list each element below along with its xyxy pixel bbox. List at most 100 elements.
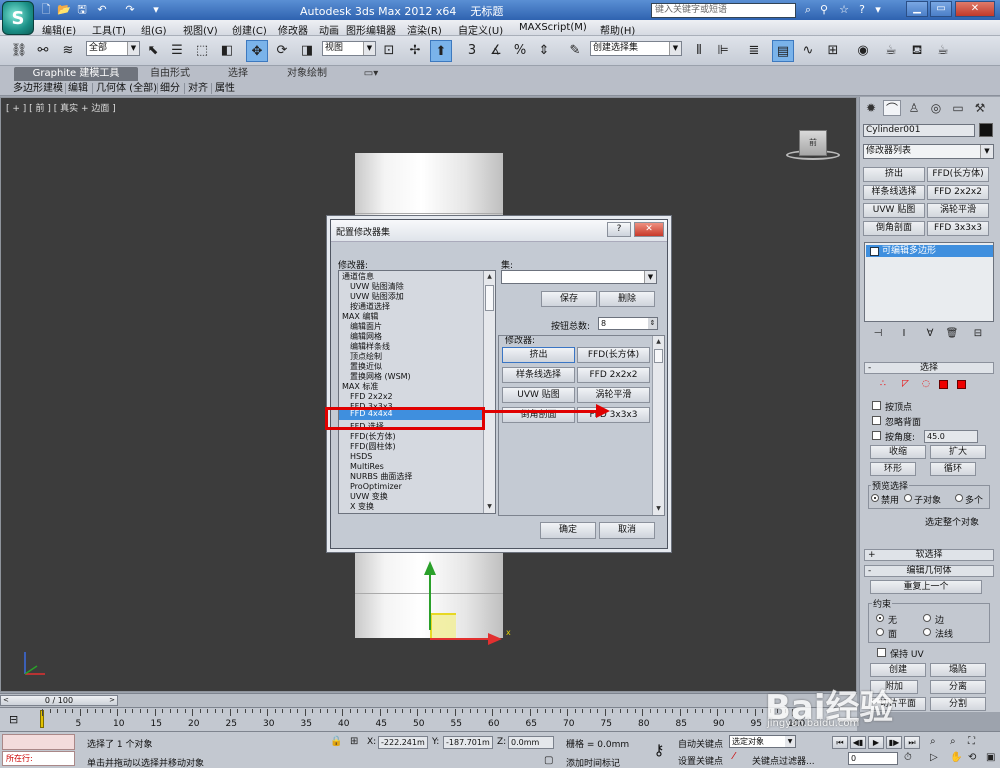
render-production-icon[interactable]: ☕ — [932, 40, 954, 62]
shrink-button[interactable]: 收缩 — [870, 445, 926, 459]
menu-group[interactable]: 组(G) — [141, 22, 167, 37]
go-to-start-button[interactable]: ⏮ — [832, 736, 848, 749]
go-to-end-button[interactable]: ⏭ — [904, 736, 920, 749]
element-icon[interactable] — [957, 380, 966, 389]
reference-coord-dropdown[interactable]: 视图 — [322, 41, 376, 56]
selection-rollout-header[interactable]: - 选择 — [864, 362, 994, 374]
constraint-normal-radio[interactable] — [923, 628, 931, 636]
scroll-down-icon[interactable]: ▼ — [653, 503, 664, 514]
time-slider[interactable]: < 0 / 100 > — [0, 693, 857, 707]
vertex-icon[interactable]: ∴ — [880, 379, 886, 389]
repeat-last-button[interactable]: 重复上一个 — [870, 580, 982, 594]
named-selection-dropdown[interactable]: 创建选择集 — [590, 41, 682, 56]
list-item[interactable]: UVW 贴图清除 — [350, 282, 404, 292]
list-item[interactable]: ProOptimizer — [350, 482, 402, 492]
rendered-frame-icon[interactable]: ⛾ — [906, 40, 928, 62]
save-file-icon[interactable]: 🖫 — [74, 2, 90, 17]
show-end-result-icon[interactable]: Ⅰ — [896, 327, 912, 341]
list-item[interactable]: 顶点绘制 — [350, 352, 382, 362]
modifiers-list[interactable]: 通道信息 UVW 贴图清除 UVW 贴图添加 按通道选择 MAX 编辑 编辑面片… — [338, 270, 496, 514]
set-button-2[interactable]: FFD(长方体) — [577, 347, 650, 363]
link-icon[interactable]: ⛓ — [8, 40, 30, 62]
list-item[interactable]: MAX 标准 — [342, 382, 378, 392]
panel-button-ffd-2x2x2[interactable]: FFD 2x2x2 — [927, 185, 989, 200]
set-key-icon[interactable]: ⚷ — [648, 740, 670, 760]
select-manipulate-icon[interactable]: ✢ — [404, 40, 426, 62]
close-window-button[interactable]: ✕ — [955, 1, 995, 17]
pivot-center-icon[interactable]: ⊡ — [378, 40, 400, 62]
key-selection-dropdown[interactable]: 选定对象 — [729, 735, 796, 748]
preview-multi-radio[interactable] — [955, 494, 963, 502]
window-crossing-icon[interactable]: ◧ — [216, 40, 238, 62]
time-slider-thumb[interactable]: < 0 / 100 > — [0, 695, 118, 706]
menu-create[interactable]: 创建(C) — [232, 22, 267, 37]
menu-animation[interactable]: 动画 — [319, 22, 339, 37]
new-file-icon[interactable]: 🗋 — [38, 2, 54, 17]
pan-icon[interactable]: ✋ — [950, 752, 962, 763]
modifier-list-dropdown[interactable]: 修改器列表 — [863, 144, 994, 159]
save-set-button[interactable]: 保存 — [541, 291, 597, 307]
set-button-6[interactable]: 涡轮平滑 — [577, 387, 650, 403]
binoculars-icon[interactable]: ⚲ — [816, 2, 832, 18]
time-config-icon[interactable]: ⏱ — [904, 752, 912, 763]
select-scale-icon[interactable]: ◨ — [296, 40, 318, 62]
gizmo-y-arrow-icon[interactable] — [424, 561, 436, 575]
edit-named-selection-icon[interactable]: ✎ — [564, 40, 586, 62]
utilities-tab-icon[interactable]: ⚒ — [971, 100, 989, 116]
undo-icon[interactable]: ↶ — [94, 2, 110, 17]
remove-modifier-icon[interactable]: 🗑 — [944, 327, 960, 341]
zoom-extents-icon[interactable]: ⛶ — [968, 736, 975, 747]
collapse-button[interactable]: 塌陷 — [930, 663, 986, 677]
star-icon[interactable]: ☆ — [836, 2, 852, 18]
dialog-close-button[interactable]: ✕ — [634, 222, 664, 237]
by-vertex-checkbox[interactable] — [872, 401, 881, 410]
pin-stack-icon[interactable]: ⊣ — [870, 327, 886, 341]
constraint-edge-radio[interactable] — [923, 614, 931, 622]
maximize-button[interactable]: ▭ — [930, 1, 952, 17]
select-object-icon[interactable]: ⬉ — [142, 40, 164, 62]
bind-space-warp-icon[interactable]: ≋ — [57, 40, 79, 62]
mirror-icon[interactable]: ⫴ — [688, 40, 710, 62]
list-item[interactable]: UVW 变换 — [350, 492, 388, 502]
ignore-backfacing-checkbox[interactable] — [872, 416, 881, 425]
grow-button[interactable]: 扩大 — [930, 445, 986, 459]
list-item[interactable]: HSDS — [350, 452, 372, 462]
display-tab-icon[interactable]: ▭ — [949, 100, 967, 116]
selection-filter-dropdown[interactable]: 全部 — [86, 41, 140, 56]
panel-button-turbosmooth[interactable]: 涡轮平滑 — [927, 203, 989, 218]
percent-snap-icon[interactable]: % — [509, 40, 531, 62]
panel-button-extrude[interactable]: 挤出 — [863, 167, 925, 182]
panel-button-bevel-profile[interactable]: 倒角剖面 — [863, 221, 925, 236]
menu-edit[interactable]: 编辑(E) — [42, 22, 76, 37]
track-bar[interactable]: ⊟ 5 10 15 20 25 30 35 40 45 50 55 60 65 70 75 80 85 90 95 1… — [0, 707, 857, 731]
absolute-mode-icon[interactable]: ⊞ — [350, 736, 358, 747]
list-item[interactable]: UVW 贴图添加 — [350, 292, 404, 302]
subtab-align[interactable]: 对齐 — [188, 82, 208, 95]
ribbon-options-icon[interactable]: ▭▾ — [362, 67, 380, 81]
panel-button-uvw-map[interactable]: UVW 贴图 — [863, 203, 925, 218]
set-key-button[interactable]: 设置关键点 — [678, 754, 723, 767]
unlink-icon[interactable]: ⚯ — [32, 40, 54, 62]
polygon-icon[interactable] — [939, 380, 948, 389]
field-of-view-icon[interactable]: ▷ — [930, 752, 938, 763]
help-search-input[interactable]: 键入关键字或短语 — [651, 3, 796, 18]
tab-object-paint[interactable]: 对象绘制 — [287, 67, 327, 81]
list-item[interactable]: X 变换 — [350, 502, 374, 512]
hierarchy-tab-icon[interactable]: ♙ — [905, 100, 923, 116]
selection-lock-icon[interactable]: 🔒 — [330, 736, 342, 747]
scroll-down-icon[interactable]: ▼ — [484, 501, 495, 512]
list-item[interactable]: FFD(长方体) — [350, 432, 396, 442]
spinner-snap-icon[interactable]: ⇕ — [533, 40, 555, 62]
tab-graphite-modeling[interactable]: Graphite 建模工具 — [14, 67, 138, 81]
auto-key-button[interactable]: 自动关键点 — [678, 737, 723, 750]
subtab-polygon-modeling[interactable]: 多边形建模 — [13, 82, 63, 95]
graphite-toggle-icon[interactable]: ▤ — [772, 40, 794, 62]
scroll-up-icon[interactable]: ▲ — [653, 336, 664, 347]
help-icon[interactable]: ? — [854, 2, 870, 18]
constraint-none-radio[interactable] — [876, 614, 884, 622]
key-filters-button[interactable]: 关键点过滤器... — [752, 754, 815, 767]
prev-frame-icon[interactable]: < — [3, 696, 9, 705]
subtab-subdivision[interactable]: 细分 — [160, 82, 180, 95]
loop-button[interactable]: 循环 — [930, 462, 976, 476]
set-button-4[interactable]: FFD 2x2x2 — [577, 367, 650, 383]
